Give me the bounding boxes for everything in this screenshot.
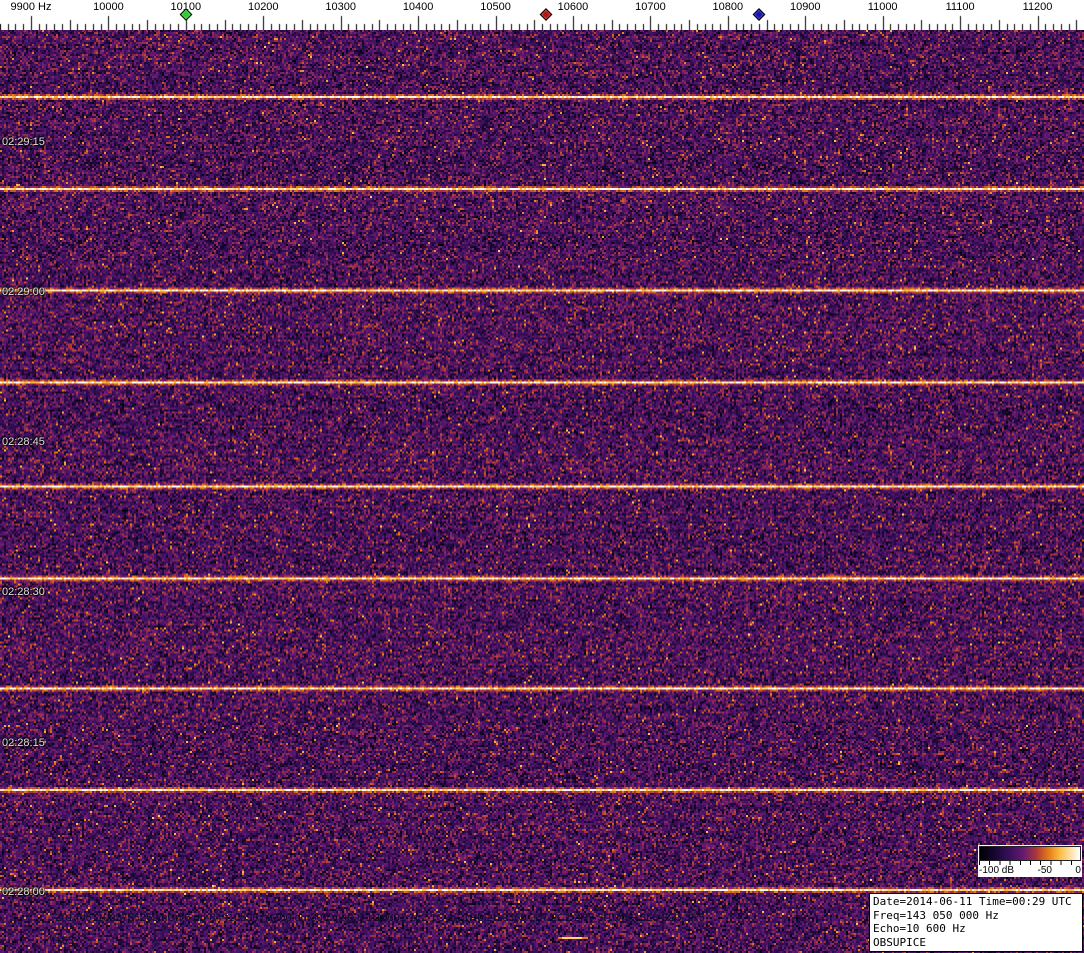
colorbar-gradient	[979, 846, 1081, 861]
info-line-date: Date=2014-06-11 Time=00:29 UTC	[873, 895, 1079, 909]
colorbar-label-mid: -50	[1038, 865, 1052, 876]
info-box: Date=2014-06-11 Time=00:29 UTC Freq=143 …	[869, 893, 1083, 952]
time-label: 02:28:30	[2, 586, 45, 598]
info-line-station: OBSUPICE	[873, 936, 1079, 950]
ruler-tick-label: 11100	[946, 1, 975, 13]
ruler-tick-label: 10900	[790, 1, 821, 13]
ruler-tick-label: 10400	[403, 1, 434, 13]
cursor-annotation: ^t+55	[47, 935, 74, 947]
detection-annotation: 20140611002755260 hCnt6 nb-84 f10598 hit…	[55, 912, 705, 924]
colorbar-label-min: -100 dB	[979, 865, 1014, 876]
ruler-tick-label: 10200	[248, 1, 279, 13]
time-label: 02:28:15	[2, 737, 45, 749]
info-line-echo: Echo=10 600 Hz	[873, 922, 1079, 936]
spectrogram-canvas[interactable]	[0, 30, 1084, 953]
time-label: 02:29:15	[2, 136, 45, 148]
ruler-tick-label: 10300	[325, 1, 356, 13]
ruler-tick-label: 10000	[93, 1, 124, 13]
colorbar-labels: -100 dB -50 0	[979, 865, 1081, 876]
ruler-tick-label: 11200	[1023, 1, 1053, 13]
time-label: 02:29:00	[2, 286, 45, 298]
ruler-tick-label: 10600	[558, 1, 589, 13]
spectrogram-area[interactable]: 20140611002755260 hCnt6 nb-84 f10598 hit…	[0, 30, 1084, 953]
ruler-tick-label: 11000	[868, 1, 898, 13]
ruler-tick-label: 10500	[480, 1, 511, 13]
ruler-tick-label: 10800	[713, 1, 744, 13]
info-line-freq: Freq=143 050 000 Hz	[873, 909, 1079, 923]
spectrogram-app-window: 9900 Hz100001010010200103001040010500106…	[0, 0, 1084, 953]
frequency-ruler[interactable]: 9900 Hz100001010010200103001040010500106…	[0, 0, 1084, 30]
ruler-tick-label: 9900 Hz	[10, 1, 51, 13]
time-label: 02:28:45	[2, 436, 45, 448]
db-colorbar: -100 dB -50 0	[978, 845, 1082, 877]
ruler-tick-label: 10700	[635, 1, 666, 13]
colorbar-label-max: 0	[1075, 865, 1081, 876]
time-label: 02:28:00	[2, 886, 45, 898]
